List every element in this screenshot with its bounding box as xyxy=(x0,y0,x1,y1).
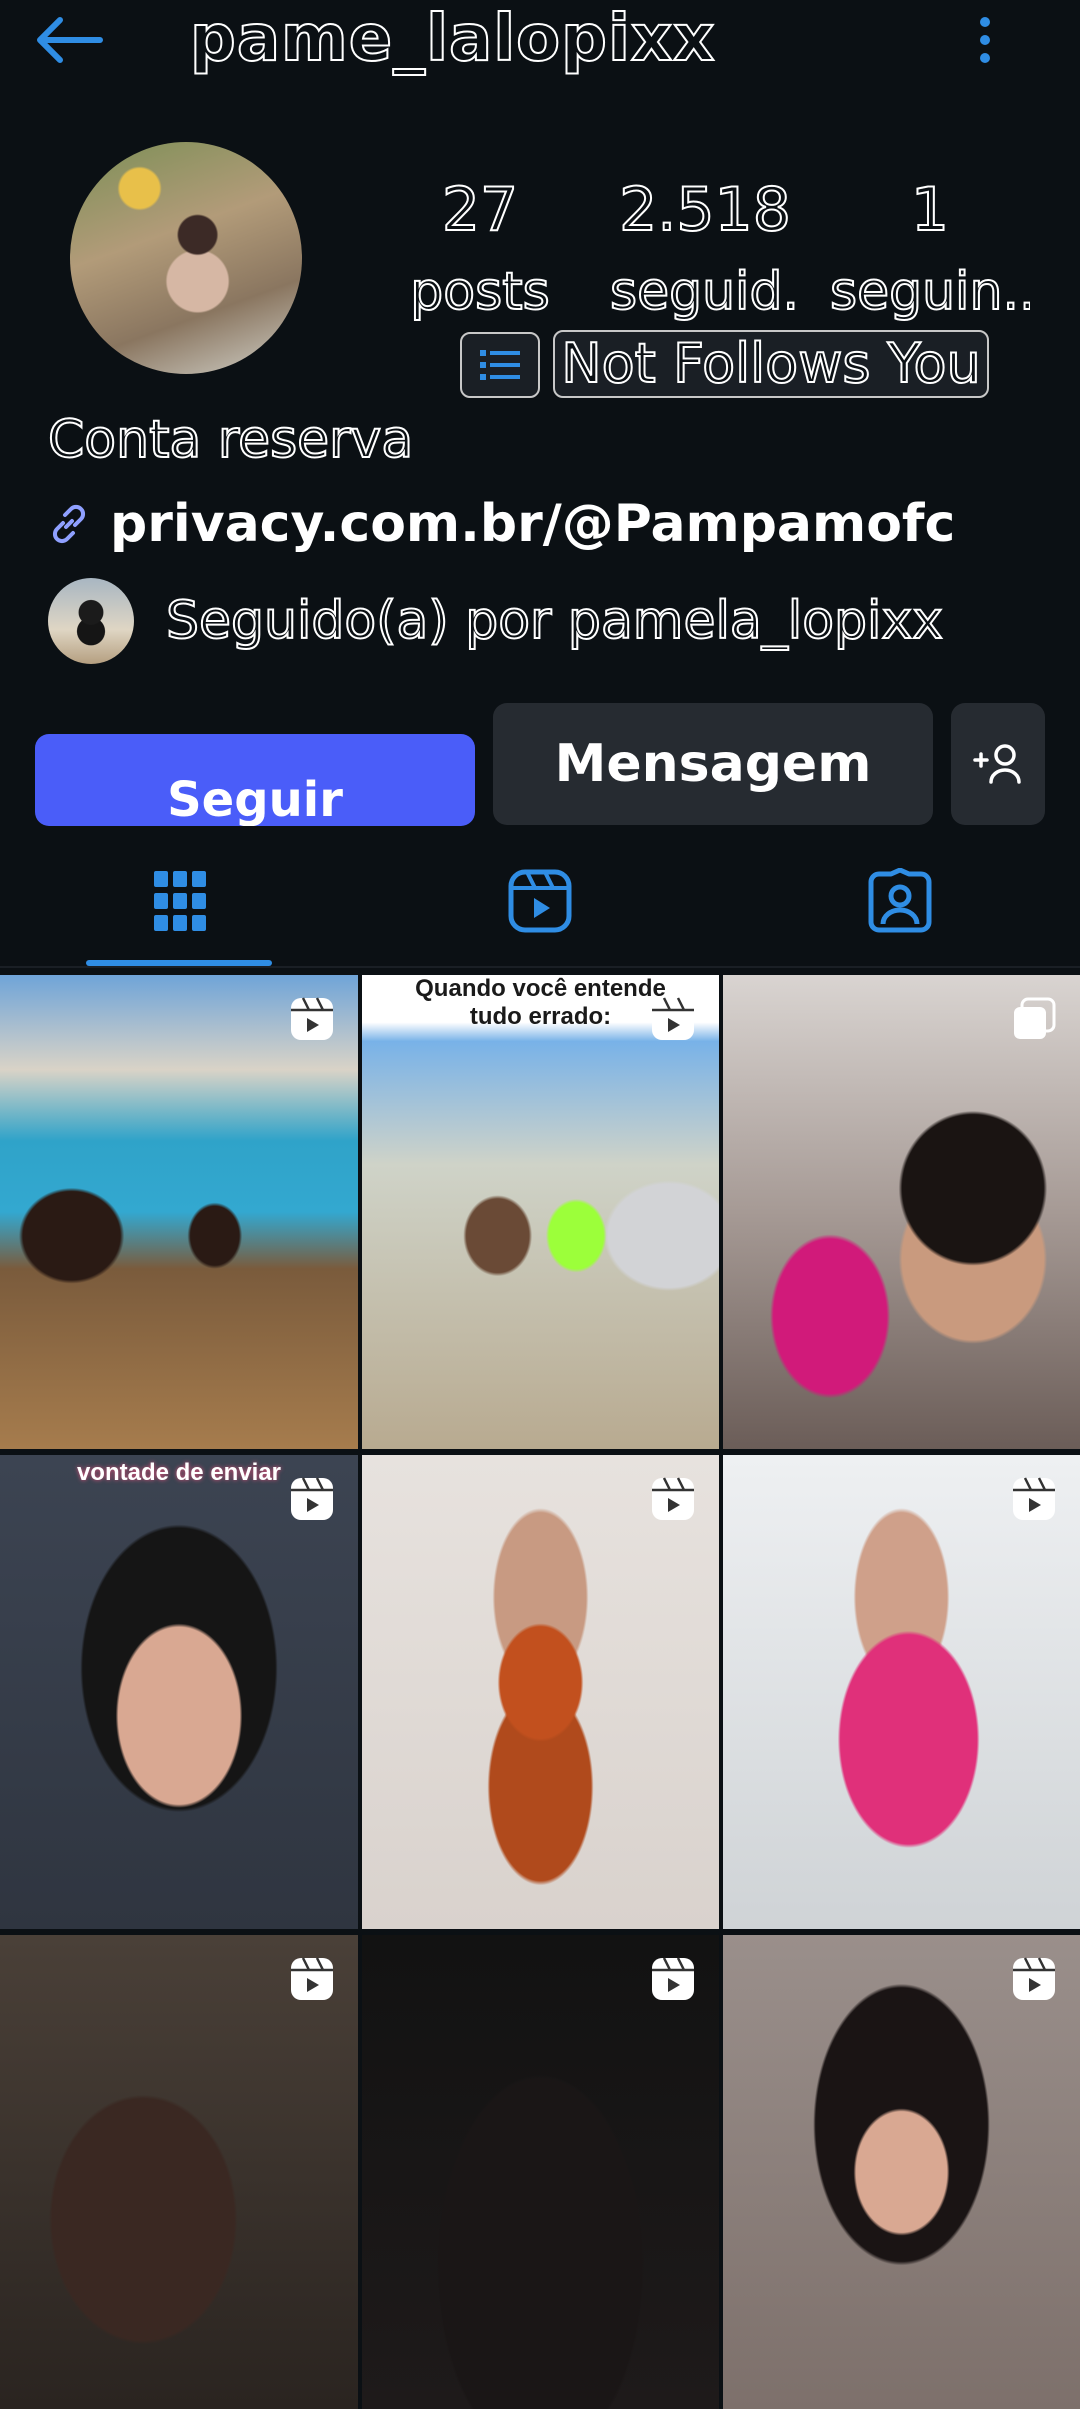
bio-name: Conta reserva xyxy=(47,409,414,471)
reels-icon xyxy=(508,869,572,933)
post-tile[interactable] xyxy=(0,975,358,1449)
grid-icon xyxy=(154,871,206,931)
stat-followers[interactable]: 2.518 seguid... xyxy=(610,175,800,322)
post-tile[interactable] xyxy=(723,975,1080,1449)
reel-badge-icon xyxy=(652,1477,694,1520)
stat-posts[interactable]: 27 posts xyxy=(385,175,575,322)
divider xyxy=(0,966,1080,968)
stat-following-value: 1 xyxy=(910,175,950,245)
post-tile[interactable]: vontade de enviar xyxy=(0,1455,358,1929)
tab-posts[interactable] xyxy=(0,840,360,962)
bio-link[interactable]: privacy.com.br/@Pampamofc xyxy=(46,494,955,554)
reel-badge-icon xyxy=(291,997,333,1040)
profile-avatar[interactable] xyxy=(70,142,302,374)
reel-badge-icon xyxy=(652,997,694,1040)
carousel-badge-icon xyxy=(1014,997,1056,1039)
tab-tagged[interactable] xyxy=(720,840,1080,962)
stat-following-label: seguin... xyxy=(830,262,1030,322)
reel-badge-icon xyxy=(291,1477,333,1520)
tab-reels[interactable] xyxy=(360,840,720,962)
profile-username: pame_lalopixx xyxy=(189,1,716,77)
top-bar: pame_lalopixx xyxy=(0,0,1080,100)
posts-grid: Quando você entende tudo errado: vontade… xyxy=(0,975,1080,2409)
followed-by-row[interactable]: Seguido(a) por pamela_lopixx xyxy=(48,578,944,664)
suggest-user-button[interactable] xyxy=(951,703,1045,825)
reel-badge-icon xyxy=(291,1957,333,2000)
post-tile[interactable] xyxy=(723,1935,1080,2409)
add-person-icon xyxy=(973,744,1021,784)
follower-avatar xyxy=(48,578,134,664)
stat-posts-label: posts xyxy=(409,262,550,322)
reel-badge-icon xyxy=(1013,1957,1055,2000)
arrow-left-icon[interactable] xyxy=(30,12,110,68)
list-icon[interactable] xyxy=(460,332,540,398)
reel-badge-icon xyxy=(652,1957,694,2000)
post-tile[interactable]: Quando você entende tudo errado: xyxy=(362,975,719,1449)
more-vertical-icon[interactable] xyxy=(970,12,1000,68)
followed-by-text: Seguido(a) por pamela_lopixx xyxy=(165,590,944,652)
profile-tabs xyxy=(0,840,1080,970)
post-tile[interactable] xyxy=(0,1935,358,2409)
reel-badge-icon xyxy=(1013,1477,1055,1520)
stat-posts-value: 27 xyxy=(441,175,519,245)
stat-following[interactable]: 1 seguin... xyxy=(830,175,1030,322)
post-tile[interactable] xyxy=(362,1935,719,2409)
follow-button[interactable]: Seguir xyxy=(35,734,475,826)
post-tile[interactable] xyxy=(723,1455,1080,1929)
tagged-icon xyxy=(868,868,932,933)
stat-followers-value: 2.518 xyxy=(618,175,792,245)
message-button[interactable]: Mensagem xyxy=(493,703,933,825)
follow-button-label: Seguir xyxy=(167,772,343,826)
relationship-badge: Not Follows You xyxy=(553,330,989,398)
bio-link-text[interactable]: privacy.com.br/@Pampamofc xyxy=(110,494,955,554)
post-tile[interactable] xyxy=(362,1455,719,1929)
stat-followers-label: seguid... xyxy=(610,262,800,322)
link-icon xyxy=(46,501,92,547)
